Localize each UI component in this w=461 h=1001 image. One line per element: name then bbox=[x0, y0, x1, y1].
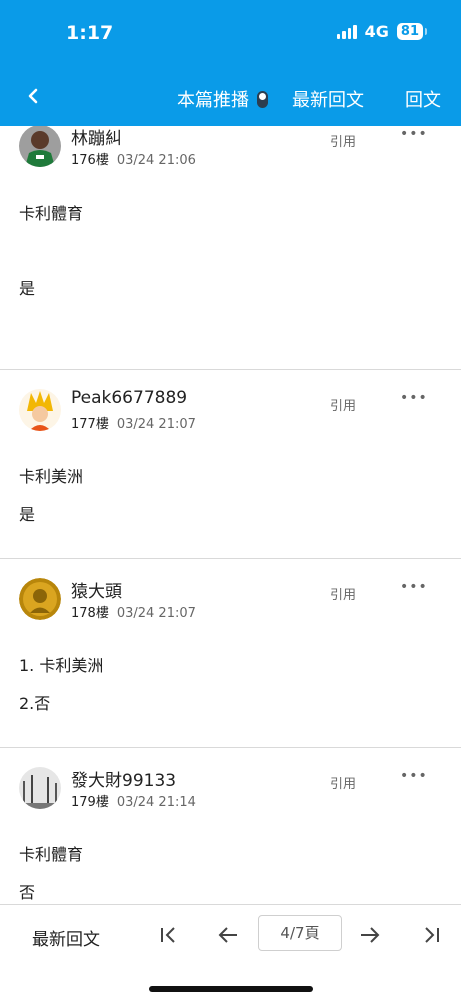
quote-button[interactable]: 引用 bbox=[330, 584, 356, 603]
prev-page-icon[interactable] bbox=[216, 923, 240, 947]
post-author[interactable]: 林蹦糾 bbox=[71, 126, 122, 149]
post-time: 03/24 21:07 bbox=[116, 417, 196, 432]
signal-icon bbox=[336, 24, 357, 39]
post-content-line: 是 bbox=[19, 279, 36, 298]
post-content-line: 卡利美洲 bbox=[19, 467, 84, 486]
post-meta: 176樓 03/24 21:06 bbox=[71, 149, 196, 168]
push-label: 本篇推播 bbox=[177, 90, 249, 111]
post-author[interactable]: 發大財99133 bbox=[71, 766, 176, 791]
status-indicators: 4G 81 bbox=[336, 22, 428, 41]
avatar[interactable] bbox=[19, 126, 61, 167]
post-item: Peak6677889 177樓 03/24 21:07 引用 ••• 卡利美洲 … bbox=[0, 370, 461, 559]
toggle-icon[interactable] bbox=[257, 90, 268, 108]
post-meta: 177樓 03/24 21:07 bbox=[71, 413, 196, 432]
push-toggle-button[interactable]: 本篇推播 bbox=[177, 86, 268, 112]
battery-icon: 81 bbox=[396, 23, 428, 40]
post-item: 發大財99133 179樓 03/24 21:14 引用 ••• 卡利體育 否 bbox=[0, 748, 461, 904]
post-list: 林蹦糾 176樓 03/24 21:06 引用 ••• 卡利體育 是 Peak66… bbox=[0, 126, 461, 904]
post-meta: 178樓 03/24 21:07 bbox=[71, 602, 196, 621]
status-time: 1:17 bbox=[66, 22, 114, 44]
latest-reply-button[interactable]: 最新回文 bbox=[32, 925, 100, 950]
post-time: 03/24 21:07 bbox=[116, 606, 196, 621]
more-options-icon[interactable]: ••• bbox=[400, 390, 428, 406]
next-page-icon[interactable] bbox=[358, 923, 382, 947]
post-content-line: 卡利體育 bbox=[19, 845, 84, 864]
avatar[interactable] bbox=[19, 767, 61, 809]
quote-button[interactable]: 引用 bbox=[330, 773, 356, 792]
more-options-icon[interactable]: ••• bbox=[400, 126, 428, 142]
app-header: 1:17 4G 81 本篇推播 最新回文 回文 bbox=[0, 0, 461, 126]
last-page-icon[interactable] bbox=[419, 923, 443, 947]
network-label: 4G bbox=[364, 22, 389, 41]
post-floor: 178樓 bbox=[71, 606, 109, 621]
post-author[interactable]: 猿大頭 bbox=[71, 577, 122, 602]
quote-button[interactable]: 引用 bbox=[330, 131, 356, 150]
post-item: 猿大頭 178樓 03/24 21:07 引用 ••• 1. 卡利美洲 2.否 bbox=[0, 559, 461, 748]
avatar[interactable] bbox=[19, 578, 61, 620]
post-content-line: 1. 卡利美洲 bbox=[19, 656, 104, 675]
more-options-icon[interactable]: ••• bbox=[400, 579, 428, 595]
post-content-line: 是 bbox=[19, 505, 36, 524]
page-indicator[interactable]: 4/7頁 bbox=[258, 915, 342, 951]
first-page-icon[interactable] bbox=[157, 923, 181, 947]
avatar[interactable] bbox=[19, 389, 61, 431]
latest-reply-link[interactable]: 最新回文 bbox=[292, 86, 364, 112]
post-time: 03/24 21:06 bbox=[116, 153, 196, 168]
reply-button[interactable]: 回文 bbox=[405, 86, 441, 112]
home-indicator[interactable] bbox=[149, 986, 313, 992]
post-content-line: 2.否 bbox=[19, 694, 51, 713]
more-options-icon[interactable]: ••• bbox=[400, 768, 428, 784]
post-meta: 179樓 03/24 21:14 bbox=[71, 791, 196, 810]
post-floor: 176樓 bbox=[71, 153, 109, 168]
post-item: 林蹦糾 176樓 03/24 21:06 引用 ••• 卡利體育 是 bbox=[0, 126, 461, 370]
post-time: 03/24 21:14 bbox=[116, 795, 196, 810]
post-content-line: 否 bbox=[19, 883, 36, 902]
post-floor: 179樓 bbox=[71, 795, 109, 810]
post-content-line: 卡利體育 bbox=[19, 204, 84, 223]
post-author[interactable]: Peak6677889 bbox=[71, 388, 187, 408]
back-button[interactable] bbox=[22, 84, 46, 108]
quote-button[interactable]: 引用 bbox=[330, 395, 356, 414]
post-floor: 177樓 bbox=[71, 417, 109, 432]
chevron-left-icon bbox=[28, 88, 38, 104]
